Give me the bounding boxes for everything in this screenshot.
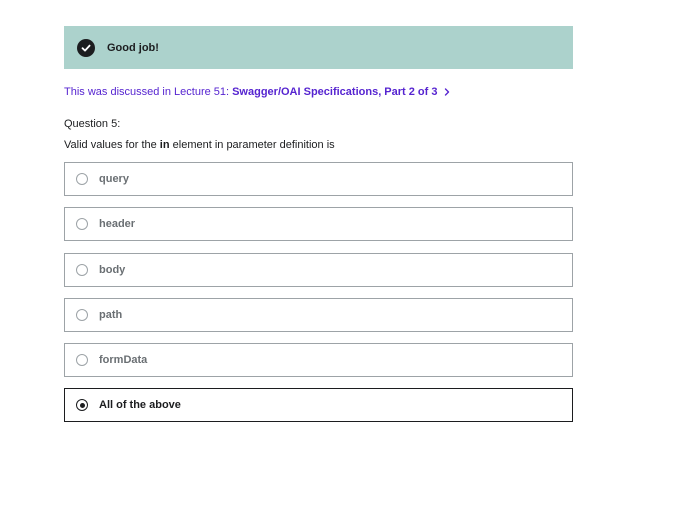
lecture-reference-prefix: This was discussed in Lecture 51: [64, 86, 230, 98]
chevron-right-icon [444, 88, 450, 96]
radio-button[interactable] [76, 173, 88, 185]
question-number: Question 5: [64, 118, 121, 130]
answer-option-all-of-the-above[interactable]: All of the above [64, 388, 573, 422]
answer-option-query[interactable]: query [64, 162, 573, 196]
answer-option-label: body [99, 264, 126, 276]
banner-message: Good job! [107, 41, 159, 54]
answer-option-body[interactable]: body [64, 253, 573, 287]
question-prompt: Valid values for the in element in param… [64, 139, 335, 151]
radio-button[interactable] [76, 218, 88, 230]
radio-button[interactable] [76, 309, 88, 321]
answer-option-label: All of the above [99, 399, 181, 411]
answer-option-header[interactable]: header [64, 207, 573, 241]
answer-option-formdata[interactable]: formData [64, 343, 573, 377]
radio-selected-dot [79, 402, 85, 408]
radio-button[interactable] [76, 354, 88, 366]
radio-button-selected[interactable] [76, 399, 88, 411]
answer-option-label: formData [99, 354, 148, 366]
answer-option-label: header [99, 218, 136, 230]
answer-option-label: path [99, 309, 123, 321]
answer-option-path[interactable]: path [64, 298, 573, 332]
question-prompt-keyword: in [159, 139, 170, 151]
lecture-reference-link[interactable]: This was discussed in Lecture 51: Swagge… [64, 86, 450, 98]
question-prompt-end: element in parameter definition is [169, 139, 335, 151]
quiz-result-page: Good job! This was discussed in Lecture … [0, 0, 674, 511]
success-banner: Good job! [64, 26, 573, 69]
radio-button[interactable] [76, 264, 88, 276]
answer-option-label: query [99, 173, 129, 185]
question-prompt-start: Valid values for the [64, 139, 160, 151]
lecture-title: Swagger/OAI Specifications, Part 2 of 3 [232, 86, 438, 98]
check-circle-icon [77, 38, 95, 57]
